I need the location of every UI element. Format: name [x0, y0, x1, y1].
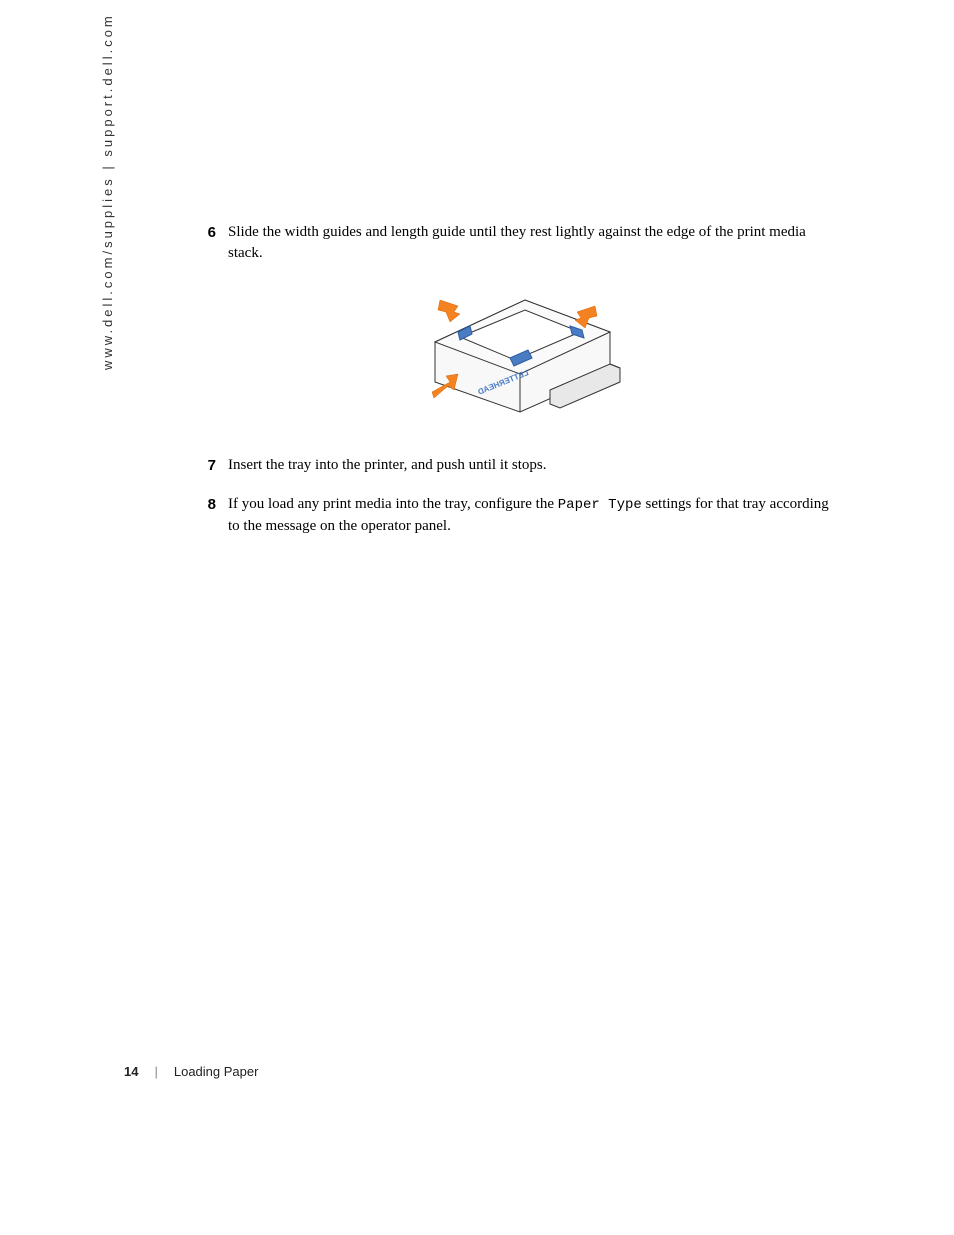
tray-diagram-icon: LETTERHEAD	[410, 282, 630, 427]
step-6: 6 Slide the width guides and length guid…	[200, 222, 840, 264]
main-content: 6 Slide the width guides and length guid…	[200, 222, 840, 555]
step-7: 7 Insert the tray into the printer, and …	[200, 455, 840, 476]
section-title: Loading Paper	[174, 1064, 259, 1079]
step-text: Insert the tray into the printer, and pu…	[228, 455, 840, 476]
step-text: If you load any print media into the tra…	[228, 494, 840, 537]
page-number: 14	[124, 1064, 138, 1079]
step-number: 6	[200, 222, 228, 264]
step-code-text: Paper Type	[558, 497, 642, 513]
step-text: Slide the width guides and length guide …	[228, 222, 840, 264]
step-8: 8 If you load any print media into the t…	[200, 494, 840, 537]
footer-divider: |	[154, 1064, 157, 1079]
figure-tray-illustration: LETTERHEAD	[200, 282, 840, 427]
sidebar-url-text: www.dell.com/supplies | support.dell.com	[100, 13, 115, 370]
step-text-before: If you load any print media into the tra…	[228, 496, 558, 512]
step-number: 7	[200, 455, 228, 476]
page-footer: 14 | Loading Paper	[124, 1064, 258, 1079]
step-number: 8	[200, 494, 228, 537]
